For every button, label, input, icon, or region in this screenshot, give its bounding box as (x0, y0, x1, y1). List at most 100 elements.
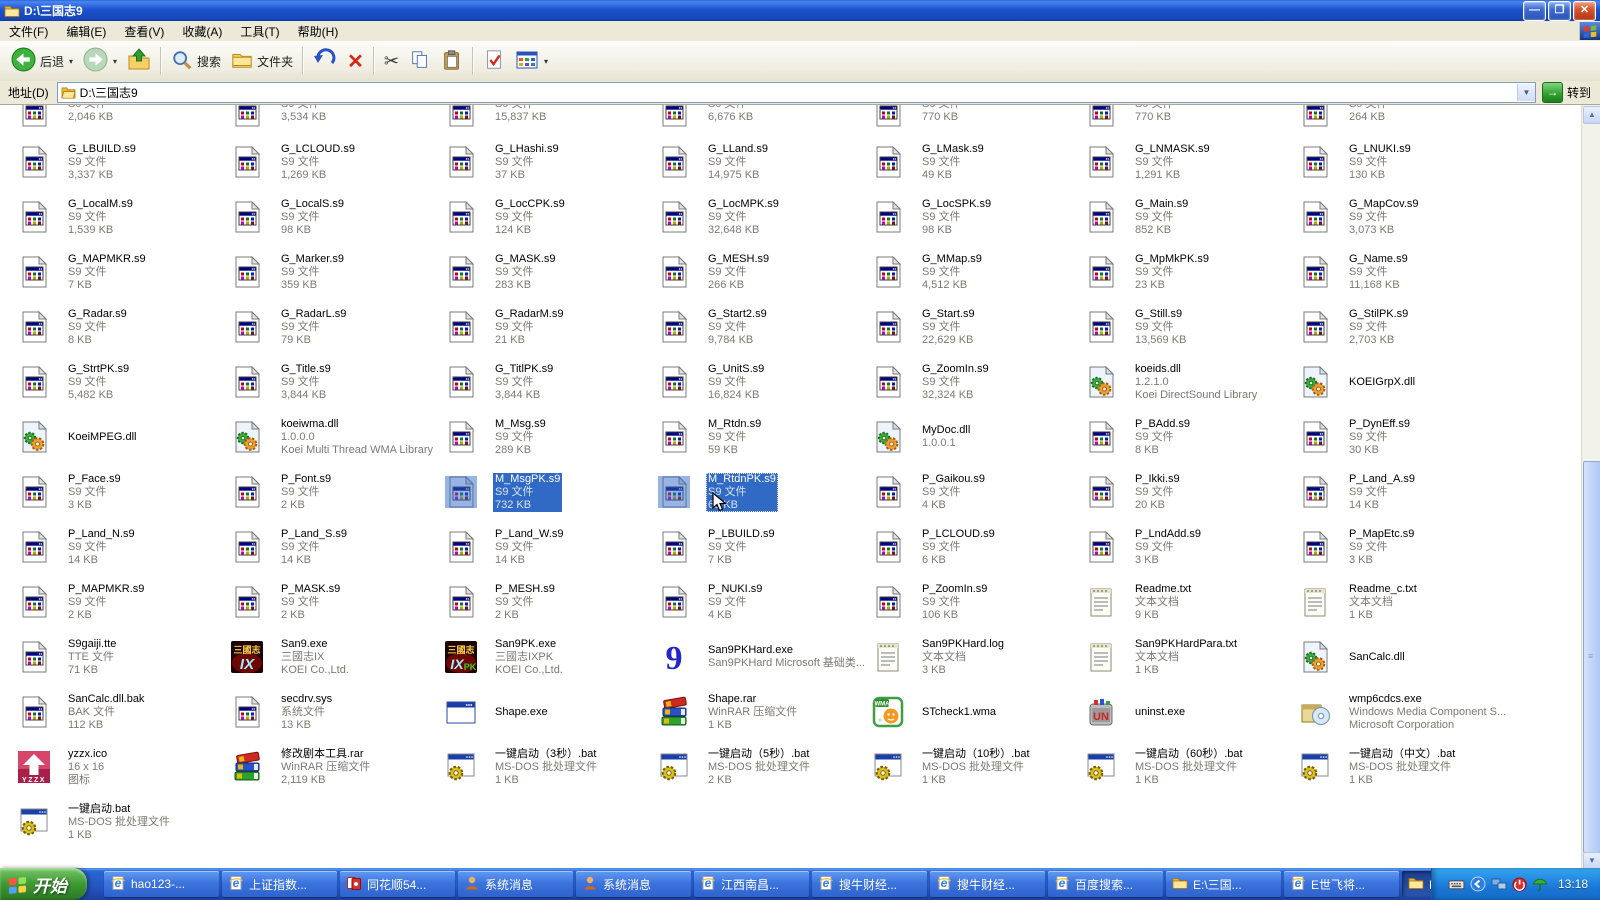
scroll-thumb[interactable] (1583, 461, 1600, 853)
power-icon[interactable] (1512, 877, 1527, 892)
menu-item-2[interactable]: 查看(V) (115, 21, 173, 42)
file-tile[interactable]: G_Still.s9S9 文件13,569 KB (1085, 304, 1291, 350)
file-tile[interactable]: G_MAPMKR.s9S9 文件7 KB (18, 249, 224, 295)
file-tile[interactable]: G_LLand.s9S9 文件14,975 KB (658, 139, 864, 185)
file-tile[interactable]: P_Font.s9S9 文件2 KB (231, 469, 437, 515)
file-tile[interactable]: WMASTcheck1.wma (872, 689, 1078, 735)
file-tile[interactable]: 一键启动（3秒）.batMS-DOS 批处理文件1 KB (445, 744, 651, 790)
file-tile[interactable]: P_Land_A.s9S9 文件14 KB (1299, 469, 1505, 515)
network-icon[interactable] (1491, 876, 1507, 892)
file-tile[interactable]: G_Main.s9S9 文件852 KB (1085, 194, 1291, 240)
file-tile[interactable]: M_RtdnPK.s9S9 文件63 KB (658, 469, 864, 515)
file-tile[interactable]: P_Ikki.s9S9 文件20 KB (1085, 469, 1291, 515)
menu-item-1[interactable]: 编辑(E) (57, 21, 115, 42)
file-tile[interactable]: S9 文件770 KB (872, 105, 1078, 134)
file-tile[interactable]: P_MAPMKR.s9S9 文件2 KB (18, 579, 224, 625)
file-tile[interactable]: M_Msg.s9S9 文件289 KB (445, 414, 651, 460)
file-tile[interactable]: P_LCLOUD.s9S9 文件6 KB (872, 524, 1078, 570)
file-tile[interactable]: 一键启动（10秒）.batMS-DOS 批处理文件1 KB (872, 744, 1078, 790)
file-tile[interactable]: Shape.rarWinRAR 压缩文件1 KB (658, 689, 864, 735)
file-tile[interactable]: G_LMask.s9S9 文件49 KB (872, 139, 1078, 185)
file-tile[interactable]: G_Marker.s9S9 文件359 KB (231, 249, 437, 295)
start-button[interactable]: 开始 (0, 868, 87, 900)
taskbar-button-7[interactable]: e搜牛财经... (930, 871, 1045, 897)
file-tile[interactable]: MyDoc.dll1.0.0.1 (872, 414, 1078, 460)
menu-item-3[interactable]: 收藏(A) (173, 21, 231, 42)
minimize-button[interactable]: — (1523, 1, 1546, 21)
file-tile[interactable]: secdrv.sys系统文件13 KB (231, 689, 437, 735)
file-tile[interactable]: G_Name.s9S9 文件11,168 KB (1299, 249, 1505, 295)
file-tile[interactable]: P_Face.s9S9 文件3 KB (18, 469, 224, 515)
file-tile[interactable]: 三國志IXPKSan9PK.exe三國志IXPKKOEI Co.,Ltd. (445, 634, 651, 680)
file-tile[interactable]: SanCalc.dll.bakBAK 文件112 KB (18, 689, 224, 735)
file-tile[interactable]: P_BAdd.s9S9 文件8 KB (1085, 414, 1291, 460)
forward-button[interactable]: ▾ (78, 44, 122, 78)
file-tile[interactable]: S9 文件2,046 KB (18, 105, 224, 134)
file-tile[interactable]: G_MpMkPK.s9S9 文件23 KB (1085, 249, 1291, 295)
scroll-up-button[interactable]: ▲ (1583, 106, 1600, 124)
file-tile[interactable]: M_Rtdn.s9S9 文件59 KB (658, 414, 864, 460)
file-tile[interactable]: KOEIGrpX.dll (1299, 359, 1505, 405)
file-tile[interactable]: G_StrtPK.s9S9 文件5,482 KB (18, 359, 224, 405)
file-tile[interactable]: koeids.dll1.2.1.0Koei DirectSound Librar… (1085, 359, 1291, 405)
file-tile[interactable]: San9PKHardPara.txt文本文档1 KB (1085, 634, 1291, 680)
file-tile[interactable]: 一键启动（中文）.batMS-DOS 批处理文件1 KB (1299, 744, 1505, 790)
file-tile[interactable]: G_LocalM.s9S9 文件1,539 KB (18, 194, 224, 240)
views-button[interactable]: ▾ (510, 44, 553, 78)
keyboard-icon[interactable] (1448, 876, 1465, 893)
file-tile[interactable]: P_MESH.s9S9 文件2 KB (445, 579, 651, 625)
file-tile[interactable]: SanCalc.dll (1299, 634, 1505, 680)
taskbar-button-3[interactable]: 系统消息 (458, 871, 573, 897)
vertical-scrollbar[interactable]: ▲ ▼ (1581, 105, 1600, 869)
file-tile[interactable]: 一键启动（60秒）.batMS-DOS 批处理文件1 KB (1085, 744, 1291, 790)
file-tile[interactable]: P_MASK.s9S9 文件2 KB (231, 579, 437, 625)
file-tile[interactable]: 9San9PKHard.exeSan9PKHard Microsoft 基础类.… (658, 634, 864, 680)
menu-item-5[interactable]: 帮助(H) (289, 21, 348, 42)
file-tile[interactable]: G_LocCPK.s9S9 文件124 KB (445, 194, 651, 240)
file-tile[interactable]: 修改剧本工具.rarWinRAR 压缩文件2,119 KB (231, 744, 437, 790)
file-tile[interactable]: Shape.exe (445, 689, 651, 735)
file-tile[interactable]: Readme.txt文本文档9 KB (1085, 579, 1291, 625)
menu-item-4[interactable]: 工具(T) (231, 21, 288, 42)
file-tile[interactable]: G_RadarL.s9S9 文件79 KB (231, 304, 437, 350)
menu-item-0[interactable]: 文件(F) (0, 21, 57, 42)
file-tile[interactable]: G_ZoomIn.s9S9 文件32,324 KB (872, 359, 1078, 405)
file-tile[interactable]: S9 文件770 KB (1085, 105, 1291, 134)
file-tile[interactable]: G_MMap.s9S9 文件4,512 KB (872, 249, 1078, 295)
file-tile[interactable]: G_Title.s9S9 文件3,844 KB (231, 359, 437, 405)
file-tile[interactable]: S9 文件264 KB (1299, 105, 1505, 134)
cut-button[interactable]: ✂ (379, 44, 404, 78)
file-tile[interactable]: 一键启动.batMS-DOS 批处理文件1 KB (18, 799, 224, 845)
taskbar-button-6[interactable]: e搜牛财经... (812, 871, 927, 897)
file-tile[interactable]: G_RadarM.s9S9 文件21 KB (445, 304, 651, 350)
restore-button[interactable]: ❐ (1548, 1, 1571, 21)
file-tile[interactable]: G_MapCov.s9S9 文件3,073 KB (1299, 194, 1505, 240)
file-tile[interactable]: G_LCLOUD.s9S9 文件1,269 KB (231, 139, 437, 185)
file-tile[interactable]: M_MsgPK.s9S9 文件732 KB (445, 469, 651, 515)
scroll-down-button[interactable]: ▼ (1583, 852, 1600, 869)
file-tile[interactable]: G_TitlPK.s9S9 文件3,844 KB (445, 359, 651, 405)
properties-check-button[interactable] (478, 44, 510, 78)
address-dropdown-button[interactable]: ▼ (1517, 84, 1535, 101)
file-tile[interactable]: G_LNUKI.s9S9 文件130 KB (1299, 139, 1505, 185)
file-tile[interactable]: koeiwma.dll1.0.0.0Koei Multi Thread WMA … (231, 414, 437, 460)
file-tile[interactable]: G_LocSPK.s9S9 文件98 KB (872, 194, 1078, 240)
file-tile[interactable]: G_Start2.s9S9 文件9,784 KB (658, 304, 864, 350)
file-tile[interactable]: P_Land_S.s9S9 文件14 KB (231, 524, 437, 570)
file-tile[interactable]: 三國志IXSan9.exe三國志IXKOEI Co.,Ltd. (231, 634, 437, 680)
file-tile[interactable]: G_MASK.s9S9 文件283 KB (445, 249, 651, 295)
back-button[interactable]: 后退▾ (6, 44, 78, 78)
paste-button[interactable] (436, 44, 468, 78)
file-tile[interactable]: S9 文件15,837 KB (445, 105, 651, 134)
file-tile[interactable]: P_LndAdd.s9S9 文件3 KB (1085, 524, 1291, 570)
go-button[interactable]: → 转到 (1542, 82, 1591, 103)
file-tile[interactable]: G_LBUILD.s9S9 文件3,337 KB (18, 139, 224, 185)
file-tile[interactable]: S9 文件3,534 KB (231, 105, 437, 134)
taskbar-button-2[interactable]: 同花顺54... (340, 871, 455, 897)
taskbar-button-0[interactable]: ehao123-... (104, 871, 219, 897)
file-tile[interactable]: Readme_c.txt文本文档1 KB (1299, 579, 1505, 625)
file-tile[interactable]: P_Gaikou.s9S9 文件4 KB (872, 469, 1078, 515)
taskbar-button-8[interactable]: e百度搜索... (1048, 871, 1163, 897)
file-tile[interactable]: G_UnitS.s9S9 文件16,824 KB (658, 359, 864, 405)
close-button[interactable]: ✕ (1573, 1, 1596, 21)
